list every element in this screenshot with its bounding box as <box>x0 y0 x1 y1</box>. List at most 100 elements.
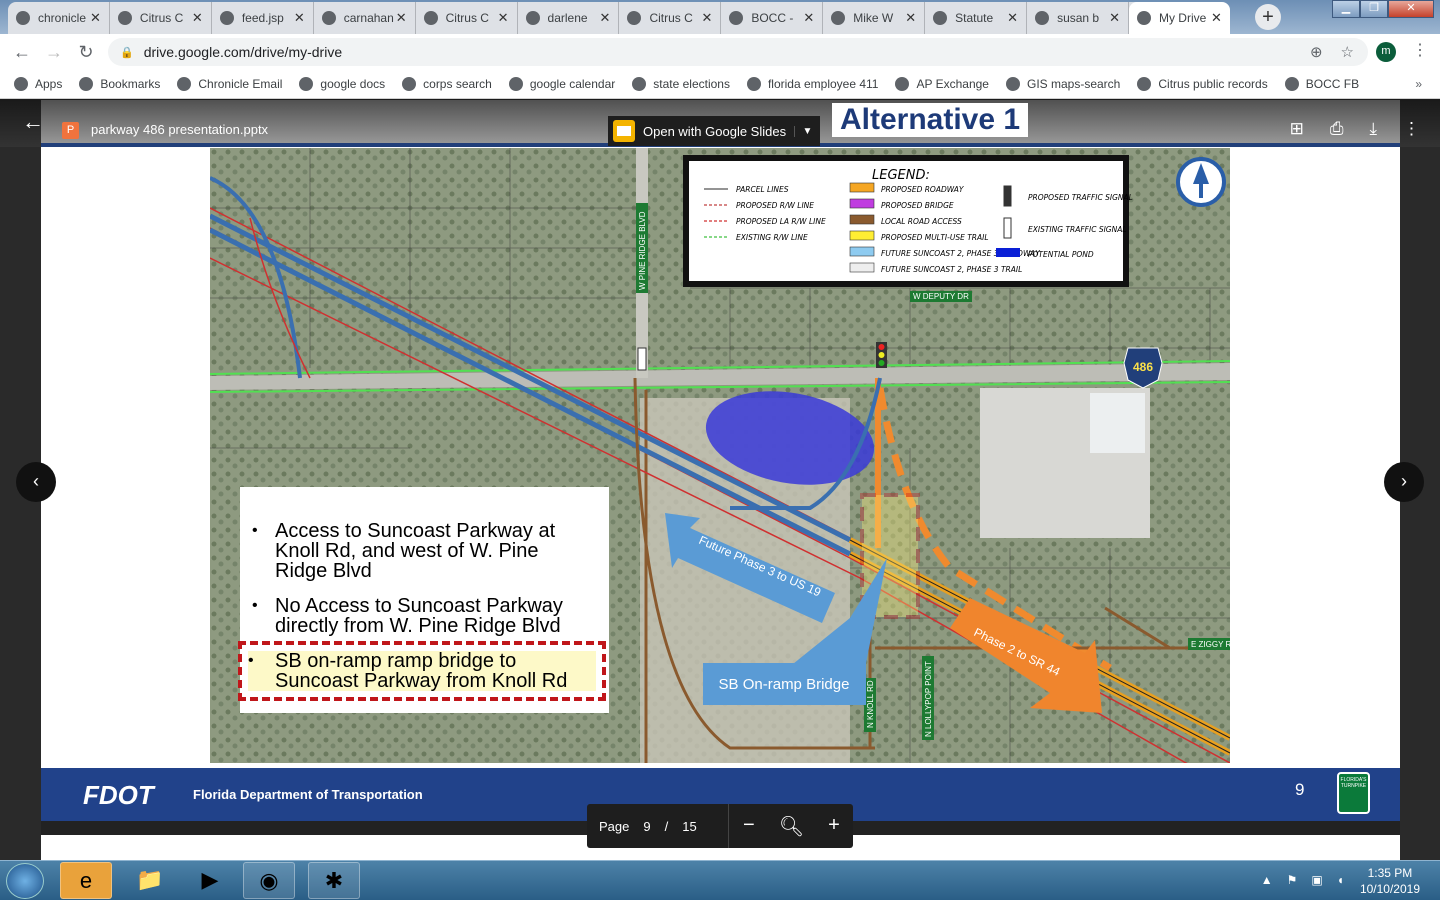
tab-close-icon[interactable]: ✕ <box>1211 10 1222 26</box>
profile-avatar[interactable]: m <box>1376 42 1396 62</box>
open-with-label: Open with Google Slides <box>643 123 787 139</box>
bullet-item-highlighted: SB on-ramp ramp bridge to Suncoast Parkw… <box>238 641 606 701</box>
bookmarks-overflow-button[interactable]: » <box>1415 77 1422 91</box>
tab-close-icon[interactable]: ✕ <box>90 10 101 26</box>
next-file-button[interactable]: › <box>1384 462 1424 502</box>
bookmark-star-icon[interactable]: ☆ <box>1341 43 1354 61</box>
tab-close-icon[interactable]: ✕ <box>1007 10 1018 26</box>
chrome-menu-icon[interactable]: ⋮ <box>1412 40 1428 60</box>
back-arrow-icon[interactable]: ← <box>22 109 44 135</box>
bookmark-item[interactable]: Bookmarks <box>79 77 160 91</box>
new-tab-button[interactable]: + <box>1255 4 1281 30</box>
bookmark-label: Chronicle Email <box>198 77 283 91</box>
chrome-icon[interactable]: ◉ <box>243 862 295 899</box>
tab[interactable]: Citrus C ✕ <box>619 2 722 34</box>
bookmark-label: AP Exchange <box>916 77 989 91</box>
back-icon[interactable]: ← <box>6 42 38 63</box>
print-icon[interactable]: ⎙ <box>1330 119 1344 139</box>
clock[interactable]: 1:35 PM 10/10/2019 <box>1360 865 1420 897</box>
page-total: 15 <box>682 818 697 834</box>
media-player-icon[interactable]: ▶ <box>184 862 236 899</box>
restore-button[interactable]: ❐ <box>1360 0 1388 18</box>
tab-title: Mike W <box>853 11 894 25</box>
file-explorer-icon[interactable]: 📁 <box>124 862 176 899</box>
install-icon[interactable]: ⊕ <box>1310 43 1323 61</box>
page-current[interactable]: 9 <box>643 819 650 834</box>
clock-date: 10/10/2019 <box>1359 882 1420 896</box>
apps-grid-icon <box>14 77 28 91</box>
bookmark-item[interactable]: Apps <box>14 77 62 91</box>
more-actions-icon[interactable]: ⋮ <box>1403 119 1420 139</box>
bookmark-item[interactable]: google calendar <box>508 77 616 91</box>
reload-icon[interactable]: ↻ <box>70 42 102 63</box>
volume-icon[interactable]: ◖ <box>1337 873 1344 887</box>
previous-file-button[interactable]: ‹ <box>16 462 56 502</box>
zoom-in-icon[interactable]: + <box>828 814 840 839</box>
tab[interactable]: feed.jsp ✕ <box>212 2 314 34</box>
action-center-icon[interactable]: ⚑ <box>1287 873 1298 887</box>
tab-title: feed.jsp <box>241 11 284 25</box>
bookmark-item[interactable]: Chronicle Email <box>177 77 282 91</box>
forward-icon[interactable]: → <box>38 42 70 63</box>
bookmark-item[interactable]: state elections <box>632 77 730 91</box>
start-button[interactable] <box>6 863 44 899</box>
tab-close-icon[interactable]: ✕ <box>498 10 509 26</box>
map-legend: LEGEND: PARCEL LINES PROPOSED R/W LINE PRO… <box>683 155 1133 287</box>
legend-label: PROPOSED ROADWAY <box>881 185 965 194</box>
globe-icon <box>632 77 647 91</box>
bookmark-item[interactable]: google docs <box>299 77 385 91</box>
bookmark-item[interactable]: Citrus public records <box>1137 77 1268 91</box>
open-with-dropdown-icon[interactable]: ▼ <box>794 125 820 137</box>
tab[interactable]: BOCC - ✕ <box>721 2 824 34</box>
url-input[interactable]: 🔒 drive.google.com/drive/my-drive ⊕ ☆ <box>108 38 1368 66</box>
bookmark-item[interactable]: GIS maps-search <box>1005 77 1120 91</box>
legend-label: FUTURE SUNCOAST 2, PHASE 3 TRAIL <box>881 265 1022 274</box>
org-name: Florida Department of Transportation <box>193 787 423 802</box>
zoom-out-icon[interactable]: − <box>743 814 755 839</box>
add-to-drive-icon[interactable]: ⊞ <box>1290 119 1304 139</box>
zoom-reset-icon[interactable]: 🔍︎ <box>779 814 804 839</box>
download-icon[interactable]: ⤓ <box>1369 119 1377 139</box>
north-arrow-icon <box>1176 157 1226 207</box>
network-icon[interactable]: ▣ <box>1311 873 1322 887</box>
page-separator: / <box>664 818 669 834</box>
tab[interactable]: carnahan ✕ <box>314 2 416 34</box>
show-hidden-icons[interactable]: ▲ <box>1261 873 1273 887</box>
tab[interactable]: Mike W ✕ <box>823 2 926 34</box>
tab[interactable]: Statute ✕ <box>925 2 1028 34</box>
bookmark-label: Bookmarks <box>100 77 161 91</box>
tab-title: BOCC - <box>751 11 794 25</box>
tab-close-icon[interactable]: ✕ <box>396 10 407 26</box>
url-text: drive.google.com/drive/my-drive <box>143 44 343 60</box>
tab-close-icon[interactable]: ✕ <box>905 10 916 26</box>
page-controls: Page 9 / 15 − 🔍︎ + <box>587 804 853 848</box>
minimize-button[interactable]: ▁ <box>1332 0 1360 18</box>
tab-close-icon[interactable]: ✕ <box>600 10 611 26</box>
tab[interactable]: My Drive ✕ <box>1128 2 1230 34</box>
tab-close-icon[interactable]: ✕ <box>701 10 712 26</box>
bookmark-item[interactable]: BOCC FB <box>1284 77 1359 91</box>
tab[interactable]: Citrus C ✕ <box>416 2 518 34</box>
bookmark-item[interactable]: AP Exchange <box>895 77 989 91</box>
globe-icon <box>1137 77 1152 91</box>
tab[interactable]: darlene ✕ <box>518 2 620 34</box>
bookmark-item[interactable]: corps search <box>402 77 492 91</box>
tab-close-icon[interactable]: ✕ <box>803 10 814 26</box>
globe-icon <box>117 11 132 25</box>
slack-icon[interactable]: ✱ <box>308 862 360 899</box>
open-with-button[interactable]: Open with Google Slides ▼ <box>608 116 820 146</box>
tab-close-icon[interactable]: ✕ <box>1109 10 1120 26</box>
tab[interactable]: chronicle ✕ <box>8 2 110 34</box>
existing-traffic-signal-icon <box>637 347 647 371</box>
proposed-traffic-signal-icon <box>876 342 887 368</box>
tab-close-icon[interactable]: ✕ <box>294 10 305 26</box>
bullet-item: No Access to Suncoast Parkway directly f… <box>252 596 592 636</box>
bookmark-label: google calendar <box>529 77 616 91</box>
internet-explorer-icon[interactable]: e <box>60 862 112 899</box>
bookmark-item[interactable]: florida employee 411 <box>746 77 878 91</box>
tab[interactable]: Citrus C ✕ <box>110 2 212 34</box>
window-controls: ▁ ❐ ✕ <box>1332 0 1434 18</box>
tab-close-icon[interactable]: ✕ <box>192 10 203 26</box>
tab[interactable]: susan b ✕ <box>1027 2 1129 34</box>
close-window-button[interactable]: ✕ <box>1388 0 1434 18</box>
